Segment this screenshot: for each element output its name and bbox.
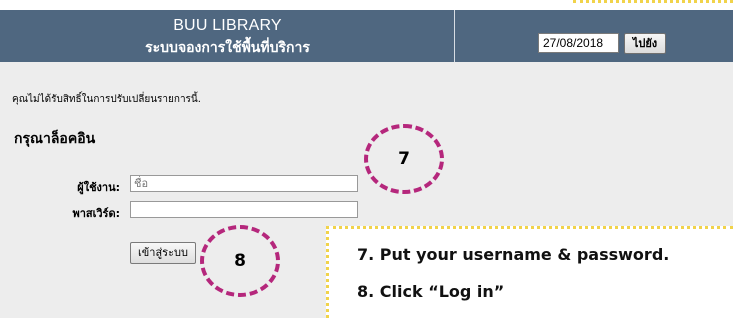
password-input[interactable] (130, 201, 358, 218)
step-7-marker: 7 (364, 124, 444, 194)
callout-top-border (573, 0, 733, 3)
step-7-number: 7 (398, 149, 410, 169)
header-title-block: BUU LIBRARY ระบบจองการใช้พื้นที่บริการ (0, 10, 455, 62)
instruction-callout: 7. Put your username & password. 8. Clic… (326, 226, 733, 318)
step-8-marker: 8 (200, 225, 280, 297)
login-heading: กรุณาล็อคอิน (14, 131, 96, 147)
username-label: ผู้ใช้งาน: (77, 181, 120, 194)
app-subtitle: ระบบจองการใช้พื้นที่บริการ (145, 40, 310, 56)
step-8-number: 8 (234, 251, 246, 271)
go-button[interactable]: ไปยัง (624, 33, 666, 54)
app-title: BUU LIBRARY (173, 17, 282, 34)
instruction-step-7: 7. Put your username & password. (357, 245, 670, 264)
instruction-step-8: 8. Click “Log in” (357, 282, 505, 301)
username-input[interactable] (130, 175, 358, 192)
password-label: พาสเวิร์ด: (72, 207, 120, 220)
date-field[interactable]: 27/08/2018 (538, 33, 619, 53)
permission-notice: คุณไม่ได้รับสิทธิ์ในการปรับเปลี่ยนรายการ… (12, 94, 201, 105)
login-button[interactable]: เข้าสู่ระบบ (130, 242, 196, 264)
app-header: BUU LIBRARY ระบบจองการใช้พื้นที่บริการ 2… (0, 10, 733, 62)
